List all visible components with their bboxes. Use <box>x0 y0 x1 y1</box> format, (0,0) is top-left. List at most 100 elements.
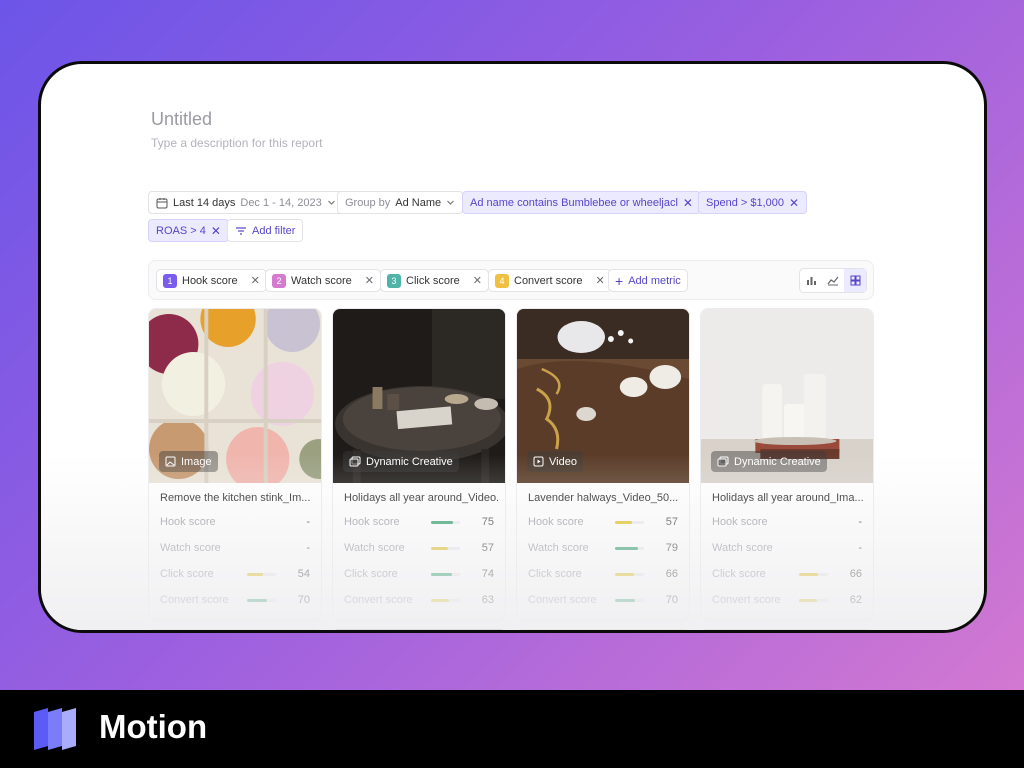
creative-card[interactable]: Dynamic Creative Holidays all year aroun… <box>332 308 506 620</box>
filter-chip-label: Spend > $1,000 <box>706 196 784 209</box>
metric-label: Convert score <box>514 274 583 287</box>
grid-view-button[interactable] <box>844 269 866 292</box>
score-value: 74 <box>481 568 494 580</box>
chevron-down-icon <box>327 200 335 205</box>
score-bar-fill <box>247 599 268 602</box>
score-bar-fill <box>615 599 636 602</box>
score-value: 54 <box>297 568 310 580</box>
score-label: Watch score <box>160 542 221 554</box>
metric-chip-hook[interactable]: 1 Hook score ✕ <box>156 269 267 292</box>
metric-label: Hook score <box>182 274 238 287</box>
date-range-dropdown[interactable]: Last 14 days Dec 1 - 14, 2023 <box>148 191 344 214</box>
add-filter-button[interactable]: Add filter <box>227 219 304 242</box>
play-icon <box>533 456 544 467</box>
motion-logo-icon <box>34 708 76 750</box>
score-value: 63 <box>481 594 494 606</box>
add-metric-label: Add metric <box>628 274 681 287</box>
filter-chip-ad-name[interactable]: Ad name contains Bumblebee or wheeljacl … <box>462 191 701 214</box>
filter-chip-label: ROAS > 4 <box>156 224 206 237</box>
score-row-convert: Convert score 62 <box>712 594 862 608</box>
close-icon[interactable]: ✕ <box>683 196 693 210</box>
score-value: 57 <box>481 542 494 554</box>
score-row-watch: Watch score - <box>160 542 310 556</box>
close-icon[interactable]: ✕ <box>789 196 799 210</box>
score-value: 70 <box>665 594 678 606</box>
score-label: Hook score <box>712 516 768 528</box>
score-bar <box>615 521 644 524</box>
score-row-click: Click score 66 <box>528 568 678 582</box>
report-window: Untitled Type a description for this rep… <box>38 61 987 633</box>
score-row-click: Click score 74 <box>344 568 494 582</box>
score-bar <box>247 573 276 576</box>
image-icon <box>165 456 176 467</box>
report-description[interactable]: Type a description for this report <box>151 136 322 150</box>
creative-card[interactable]: Video Lavender halways_Video_50... Hook … <box>516 308 690 620</box>
metric-label: Click score <box>406 274 460 287</box>
filter-chip-spend[interactable]: Spend > $1,000 ✕ <box>698 191 808 214</box>
score-value: - <box>306 516 310 528</box>
score-label: Click score <box>712 568 766 580</box>
close-icon[interactable]: ✕ <box>251 274 260 287</box>
creative-card[interactable]: Dynamic Creative Holidays all year aroun… <box>700 308 874 620</box>
score-bar <box>431 599 460 602</box>
score-bar-fill <box>431 573 453 576</box>
creative-type-label: Dynamic Creative <box>734 455 821 468</box>
group-by-dropdown[interactable]: Group by Ad Name <box>337 191 464 214</box>
close-icon[interactable]: ✕ <box>211 224 221 238</box>
score-value: - <box>858 516 862 528</box>
line-chart-view-button[interactable] <box>822 269 844 292</box>
bar-chart-view-button[interactable] <box>800 269 822 292</box>
score-bar-fill <box>431 547 448 550</box>
group-by-value: Ad Name <box>395 196 442 209</box>
creative-card[interactable]: Image Remove the kitchen stink_Im... Hoo… <box>148 308 322 620</box>
creative-name: Remove the kitchen stink_Im... <box>160 492 311 504</box>
filter-icon <box>236 226 246 235</box>
report-content: Untitled Type a description for this rep… <box>148 64 878 630</box>
next-row-card-peek <box>702 629 872 630</box>
next-row-card-peek <box>150 629 320 630</box>
add-metric-button[interactable]: + Add metric <box>608 269 688 292</box>
date-range-value: Dec 1 - 14, 2023 <box>240 196 322 209</box>
close-icon[interactable]: ✕ <box>595 274 604 287</box>
grid-icon <box>850 275 860 286</box>
score-label: Click score <box>160 568 214 580</box>
chevron-down-icon <box>447 200 455 205</box>
close-icon[interactable]: ✕ <box>473 274 482 287</box>
metric-bar: 1 Hook score ✕ 2 Watch score ✕ 3 Click s… <box>148 260 874 300</box>
score-value: 66 <box>665 568 678 580</box>
close-icon[interactable]: ✕ <box>365 274 374 287</box>
score-row-hook: Hook score 75 <box>344 516 494 530</box>
metric-chip-watch[interactable]: 2 Watch score ✕ <box>265 269 381 292</box>
metric-chip-convert[interactable]: 4 Convert score ✕ <box>488 269 612 292</box>
score-bar-fill <box>615 521 632 524</box>
metric-index-badge: 1 <box>163 273 177 288</box>
brand-footer: Motion <box>0 690 1024 768</box>
score-label: Convert score <box>528 594 597 606</box>
next-row-card-peek <box>518 629 688 630</box>
filter-chip-roas[interactable]: ROAS > 4 ✕ <box>148 219 229 242</box>
date-range-label: Last 14 days <box>173 196 236 209</box>
score-label: Convert score <box>712 594 781 606</box>
creative-type-label: Video <box>549 455 577 468</box>
line-chart-icon <box>827 276 839 286</box>
score-bar <box>615 547 644 550</box>
score-bar <box>431 547 460 550</box>
score-bar-fill <box>615 573 635 576</box>
metric-chip-click[interactable]: 3 Click score ✕ <box>380 269 490 292</box>
score-value: 62 <box>849 594 862 606</box>
score-row-hook: Hook score - <box>712 516 862 530</box>
score-value: - <box>306 542 310 554</box>
score-value: 79 <box>665 542 678 554</box>
score-value: 75 <box>481 516 494 528</box>
creative-name: Holidays all year around_Video... <box>344 492 499 504</box>
brand-name: Motion <box>99 708 208 745</box>
score-row-convert: Convert score 63 <box>344 594 494 608</box>
score-label: Convert score <box>344 594 413 606</box>
score-label: Convert score <box>160 594 229 606</box>
score-row-convert: Convert score 70 <box>160 594 310 608</box>
report-title[interactable]: Untitled <box>151 109 212 130</box>
gallery-icon <box>349 456 361 467</box>
score-bar <box>431 521 460 524</box>
score-row-hook: Hook score - <box>160 516 310 530</box>
score-label: Click score <box>528 568 582 580</box>
